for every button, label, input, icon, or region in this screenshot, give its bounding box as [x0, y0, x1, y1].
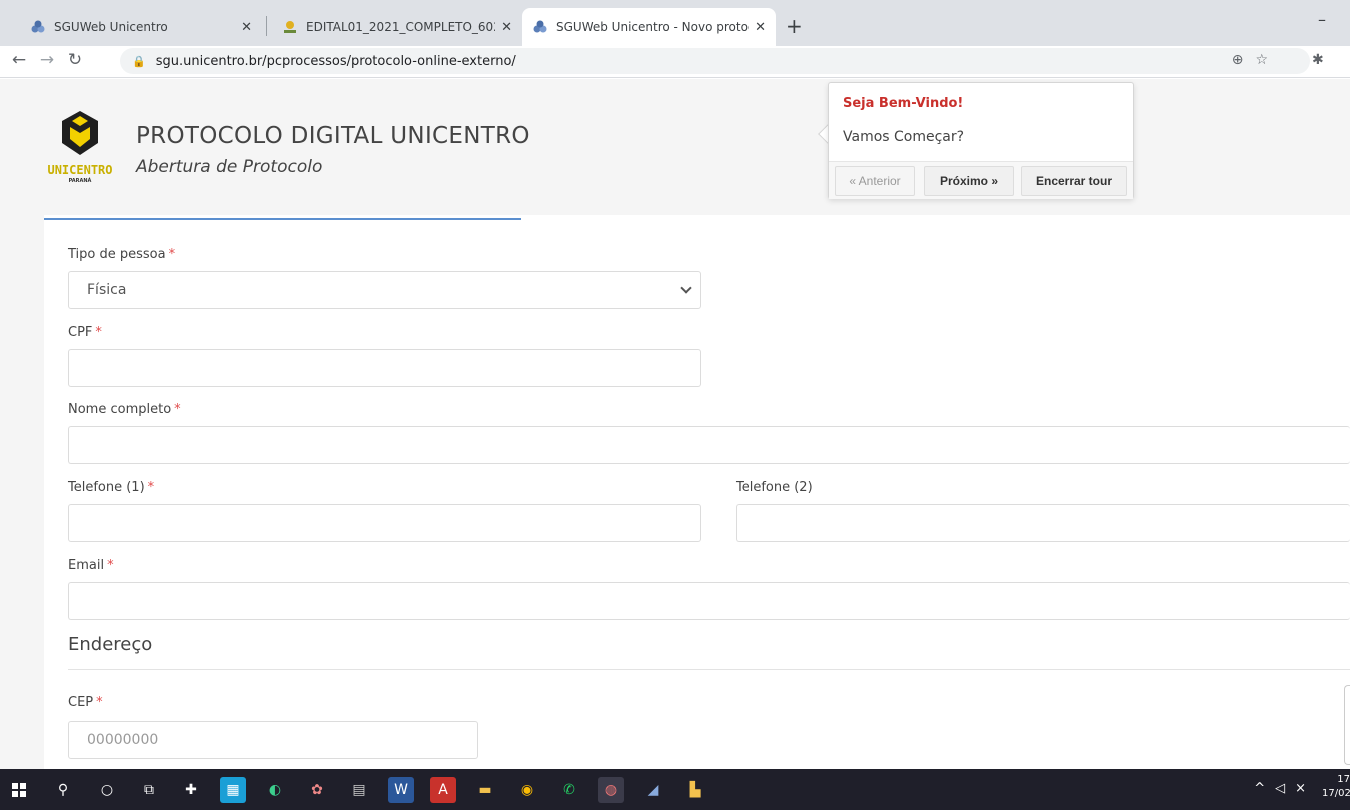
- telefone2-label: Telefone (2): [736, 480, 813, 495]
- cep-input[interactable]: 00000000: [68, 721, 478, 759]
- bookmark-star-icon[interactable]: ☆: [1255, 52, 1280, 68]
- nome-completo-input[interactable]: [68, 426, 1350, 464]
- url-text: sgu.unicentro.br/pcprocessos/protocolo-o…: [155, 53, 516, 69]
- browser-tab[interactable]: EDITAL01_2021_COMPLETO_602b ✕: [272, 8, 522, 46]
- left-gutter: [0, 215, 44, 769]
- sguweb-favicon-icon: [30, 19, 46, 35]
- forward-arrow-icon[interactable]: →: [36, 50, 58, 70]
- zoom-icon[interactable]: ⊕: [1232, 52, 1256, 68]
- new-tab-button[interactable]: +: [786, 14, 803, 38]
- tipo-pessoa-select[interactable]: Física: [68, 271, 701, 309]
- calculator-app-icon[interactable]: ▦: [220, 777, 246, 803]
- section-divider: [68, 669, 1350, 670]
- tab-title: SGUWeb Unicentro - Novo protoc: [556, 20, 750, 34]
- sguweb-favicon-icon: [532, 19, 548, 35]
- notes-app-icon[interactable]: ◢: [640, 777, 666, 803]
- clock-date: 17/02: [1322, 788, 1350, 799]
- address-bar[interactable]: 🔒 sgu.unicentro.br/pcprocessos/protocolo…: [120, 48, 1310, 74]
- show-hidden-icons-icon[interactable]: ^: [1254, 781, 1275, 796]
- acrobat-app-icon[interactable]: A: [430, 777, 456, 803]
- windows-start-icon[interactable]: [6, 777, 32, 803]
- edge-browser-icon[interactable]: ◐: [262, 777, 288, 803]
- nome-completo-label: Nome completo *: [68, 402, 181, 417]
- tab-title: SGUWeb Unicentro: [54, 20, 168, 34]
- step-progress-indicator: [44, 218, 521, 220]
- close-tab-icon[interactable]: ✕: [501, 20, 512, 35]
- tour-end-button[interactable]: Encerrar tour: [1021, 166, 1127, 196]
- cpf-input[interactable]: [68, 349, 701, 387]
- tab-separator: [266, 16, 267, 36]
- telefone1-input[interactable]: [68, 504, 701, 542]
- email-label: Email *: [68, 558, 114, 573]
- security-app-icon[interactable]: ✚: [178, 777, 204, 803]
- document-favicon-icon: [282, 19, 298, 35]
- page-title: PROTOCOLO DIGITAL UNICENTRO: [136, 123, 530, 149]
- tour-body: Vamos Começar?: [843, 129, 965, 145]
- task-view-icon[interactable]: ⧉: [136, 777, 162, 803]
- tour-title: Seja Bem-Vindo!: [843, 96, 964, 111]
- telefone2-input[interactable]: [736, 504, 1350, 542]
- tour-prev-button[interactable]: « Anterior: [835, 166, 915, 196]
- whatsapp-app-icon[interactable]: ✆: [556, 777, 582, 803]
- browser-toolbar: ← → ↻ 🔒 sgu.unicentro.br/pcprocessos/pro…: [0, 46, 1350, 78]
- reload-icon[interactable]: ↻: [64, 50, 86, 70]
- system-tray: ^◁×: [1254, 781, 1316, 796]
- movie-maker-icon[interactable]: ▤: [346, 777, 372, 803]
- telefone1-label: Telefone (1) *: [68, 480, 155, 495]
- tour-popover: Seja Bem-Vindo! Vamos Começar? « Anterio…: [828, 82, 1134, 199]
- windows-taskbar: ⚲ ○ ⧉ ✚ ▦ ◐ ✿ ▤ W A ▬ ◉ ✆ ◍ ◢ ▙ ^◁× 17 1…: [0, 769, 1350, 810]
- endereco-section-title: Endereço: [68, 634, 153, 655]
- page-content: UNICENTRO PARANÁ PROTOCOLO DIGITAL UNICE…: [0, 79, 1350, 769]
- word-app-icon[interactable]: W: [388, 777, 414, 803]
- close-tab-icon[interactable]: ✕: [755, 20, 766, 35]
- page-subtitle: Abertura de Protocolo: [136, 157, 323, 177]
- tab-title: EDITAL01_2021_COMPLETO_602b: [306, 20, 496, 34]
- chevron-down-icon: [680, 282, 692, 294]
- taskbar-clock[interactable]: 17 17/02: [1322, 773, 1350, 801]
- back-arrow-icon[interactable]: ←: [8, 50, 30, 70]
- minimize-window-button[interactable]: –: [1318, 10, 1326, 29]
- tour-next-button[interactable]: Próximo »: [924, 166, 1014, 196]
- email-input[interactable]: [68, 582, 1350, 620]
- browser-tab[interactable]: SGUWeb Unicentro ✕: [20, 8, 262, 46]
- search-icon[interactable]: ⚲: [50, 777, 76, 803]
- close-tab-icon[interactable]: ✕: [241, 20, 252, 35]
- browser-tab-active[interactable]: SGUWeb Unicentro - Novo protoc ✕: [522, 8, 776, 46]
- volume-muted-icon[interactable]: ◁×: [1275, 781, 1316, 796]
- uploader-app-icon[interactable]: ▙: [682, 777, 708, 803]
- tour-footer: « Anterior Próximo » Encerrar tour: [829, 161, 1133, 199]
- tipo-pessoa-label: Tipo de pessoa *: [68, 247, 176, 262]
- chrome-profile-app-icon[interactable]: ◍: [598, 777, 624, 803]
- clock-time: 17: [1337, 774, 1350, 785]
- unicentro-logo: UNICENTRO PARANÁ: [40, 109, 120, 199]
- cep-label: CEP *: [68, 695, 103, 710]
- tipo-pessoa-value: Física: [87, 282, 127, 298]
- unicentro-shield-icon: [62, 111, 98, 155]
- file-explorer-icon[interactable]: ▬: [472, 777, 498, 803]
- logo-wordmark: UNICENTRO: [47, 163, 113, 177]
- page-header: UNICENTRO PARANÁ PROTOCOLO DIGITAL UNICE…: [0, 79, 1350, 215]
- media-app-icon[interactable]: ✿: [304, 777, 330, 803]
- cpf-label: CPF *: [68, 325, 102, 340]
- extensions-puzzle-icon[interactable]: ✱: [1312, 52, 1324, 68]
- lock-icon: 🔒: [132, 54, 146, 68]
- browser-tab-bar: SGUWeb Unicentro ✕ EDITAL01_2021_COMPLET…: [0, 0, 1350, 46]
- omnibox-tools: ⊕☆: [1232, 52, 1280, 68]
- chrome-app-icon[interactable]: ◉: [514, 777, 540, 803]
- logo-subtext: PARANÁ: [68, 178, 92, 184]
- feedback-side-tab[interactable]: [1344, 685, 1350, 765]
- cortana-icon[interactable]: ○: [94, 777, 120, 803]
